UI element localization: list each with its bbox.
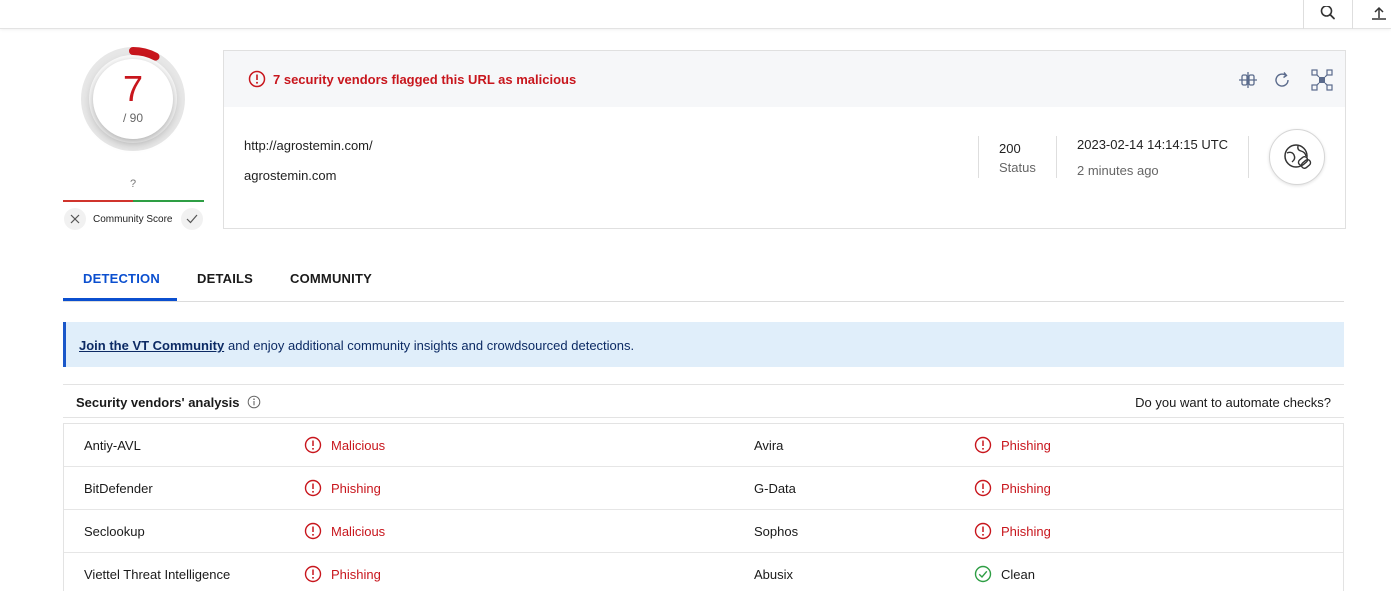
vendor-result: Malicious (331, 524, 386, 539)
analysis-timestamp: 2023-02-14 14:14:15 UTC (1077, 137, 1229, 152)
vendor-result: Malicious (331, 438, 386, 453)
check-icon (186, 214, 198, 224)
divider (1248, 136, 1249, 178)
vendor-name: Avira (754, 438, 784, 453)
upload-icon (1372, 6, 1386, 20)
divider (1056, 136, 1057, 178)
graph-icon (1311, 69, 1333, 91)
community-score-bar-negative (63, 200, 133, 202)
alert-circle-icon (304, 565, 322, 583)
vendor-result: Phishing (331, 481, 381, 496)
alert-circle-icon (304, 436, 322, 454)
search-icon (1320, 5, 1335, 19)
top-bar (0, 0, 1391, 29)
http-status-label: Status (999, 160, 1036, 175)
http-status-code: 200 (999, 141, 1021, 156)
alert-circle-icon (974, 479, 992, 497)
banner-text: and enjoy additional community insights … (228, 338, 635, 353)
tab-details[interactable]: DETAILS (197, 271, 253, 286)
vote-harmless-button[interactable] (181, 208, 203, 230)
graph-button[interactable] (1311, 69, 1333, 91)
community-score-label: Community Score (93, 214, 173, 225)
url-summary-card: 7 security vendors flagged this URL as m… (223, 50, 1346, 229)
community-score-value: ? (129, 178, 137, 190)
search-button[interactable] (1303, 0, 1353, 29)
detection-total: / 90 (122, 111, 143, 125)
compare-icon (1239, 72, 1257, 88)
alert-header: 7 security vendors flagged this URL as m… (224, 51, 1345, 107)
community-banner: Join the VT Community and enjoy addition… (63, 322, 1344, 367)
alert-circle-icon (974, 522, 992, 540)
vendor-result: Phishing (331, 567, 381, 582)
vendor-name: G-Data (754, 481, 796, 496)
alert-circle-icon (304, 479, 322, 497)
vendors-title: Security vendors' analysis (76, 395, 240, 410)
detection-count: 7 (122, 68, 144, 109)
vendor-name: Abusix (754, 567, 794, 582)
alert-circle-icon (974, 436, 992, 454)
join-community-link[interactable]: Join the VT Community (79, 338, 224, 353)
vendor-result: Phishing (1001, 438, 1051, 453)
reanalyze-icon (1275, 72, 1289, 87)
vendor-result: Clean (1001, 567, 1035, 582)
alert-circle-icon (304, 522, 322, 540)
vendor-name: Viettel Threat Intelligence (84, 567, 231, 582)
vendor-name: Antiy-AVL (84, 438, 141, 453)
analyzed-domain[interactable]: agrostemin.com (244, 168, 336, 183)
table-row: Antiy-AVL Malicious Avira Phishing (64, 424, 1343, 467)
divider (978, 136, 979, 178)
check-circle-icon (974, 565, 992, 583)
vote-harmful-button[interactable] (64, 208, 86, 230)
tab-community[interactable]: COMMUNITY (290, 271, 372, 286)
analyzed-url: http://agrostemin.com/ (244, 138, 373, 153)
alert-message: 7 security vendors flagged this URL as m… (273, 72, 577, 87)
table-row: Viettel Threat Intelligence Phishing Abu… (64, 553, 1343, 591)
table-row: BitDefender Phishing G-Data Phishing (64, 467, 1343, 510)
analysis-relative-time: 2 minutes ago (1077, 163, 1159, 178)
close-icon (70, 214, 80, 224)
alert-circle-icon (248, 70, 266, 88)
detection-score-gauge: 7 / 90 (80, 46, 186, 152)
url-type-avatar (1269, 129, 1325, 185)
vendors-header: Security vendors' analysis Do you want t… (63, 384, 1344, 418)
vendor-name: Seclookup (84, 524, 145, 539)
vendor-result: Phishing (1001, 524, 1051, 539)
active-tab-indicator (63, 298, 177, 301)
tab-bar: DETECTION DETAILS COMMUNITY (63, 258, 1344, 302)
compare-button[interactable] (1237, 69, 1259, 91)
info-icon[interactable] (247, 395, 261, 409)
reanalyze-button[interactable] (1271, 69, 1293, 91)
table-row: Seclookup Malicious Sophos Phishing (64, 510, 1343, 553)
vendors-table: Antiy-AVL Malicious Avira Phishing BitDe… (63, 423, 1344, 591)
vendor-name: BitDefender (84, 481, 153, 496)
automate-checks-link[interactable]: Do you want to automate checks? (1135, 395, 1331, 410)
tab-detection[interactable]: DETECTION (83, 271, 160, 286)
url-link-icon (1284, 144, 1312, 169)
vendor-name: Sophos (754, 524, 799, 539)
vendor-result: Phishing (1001, 481, 1051, 496)
upload-button[interactable] (1368, 0, 1391, 29)
